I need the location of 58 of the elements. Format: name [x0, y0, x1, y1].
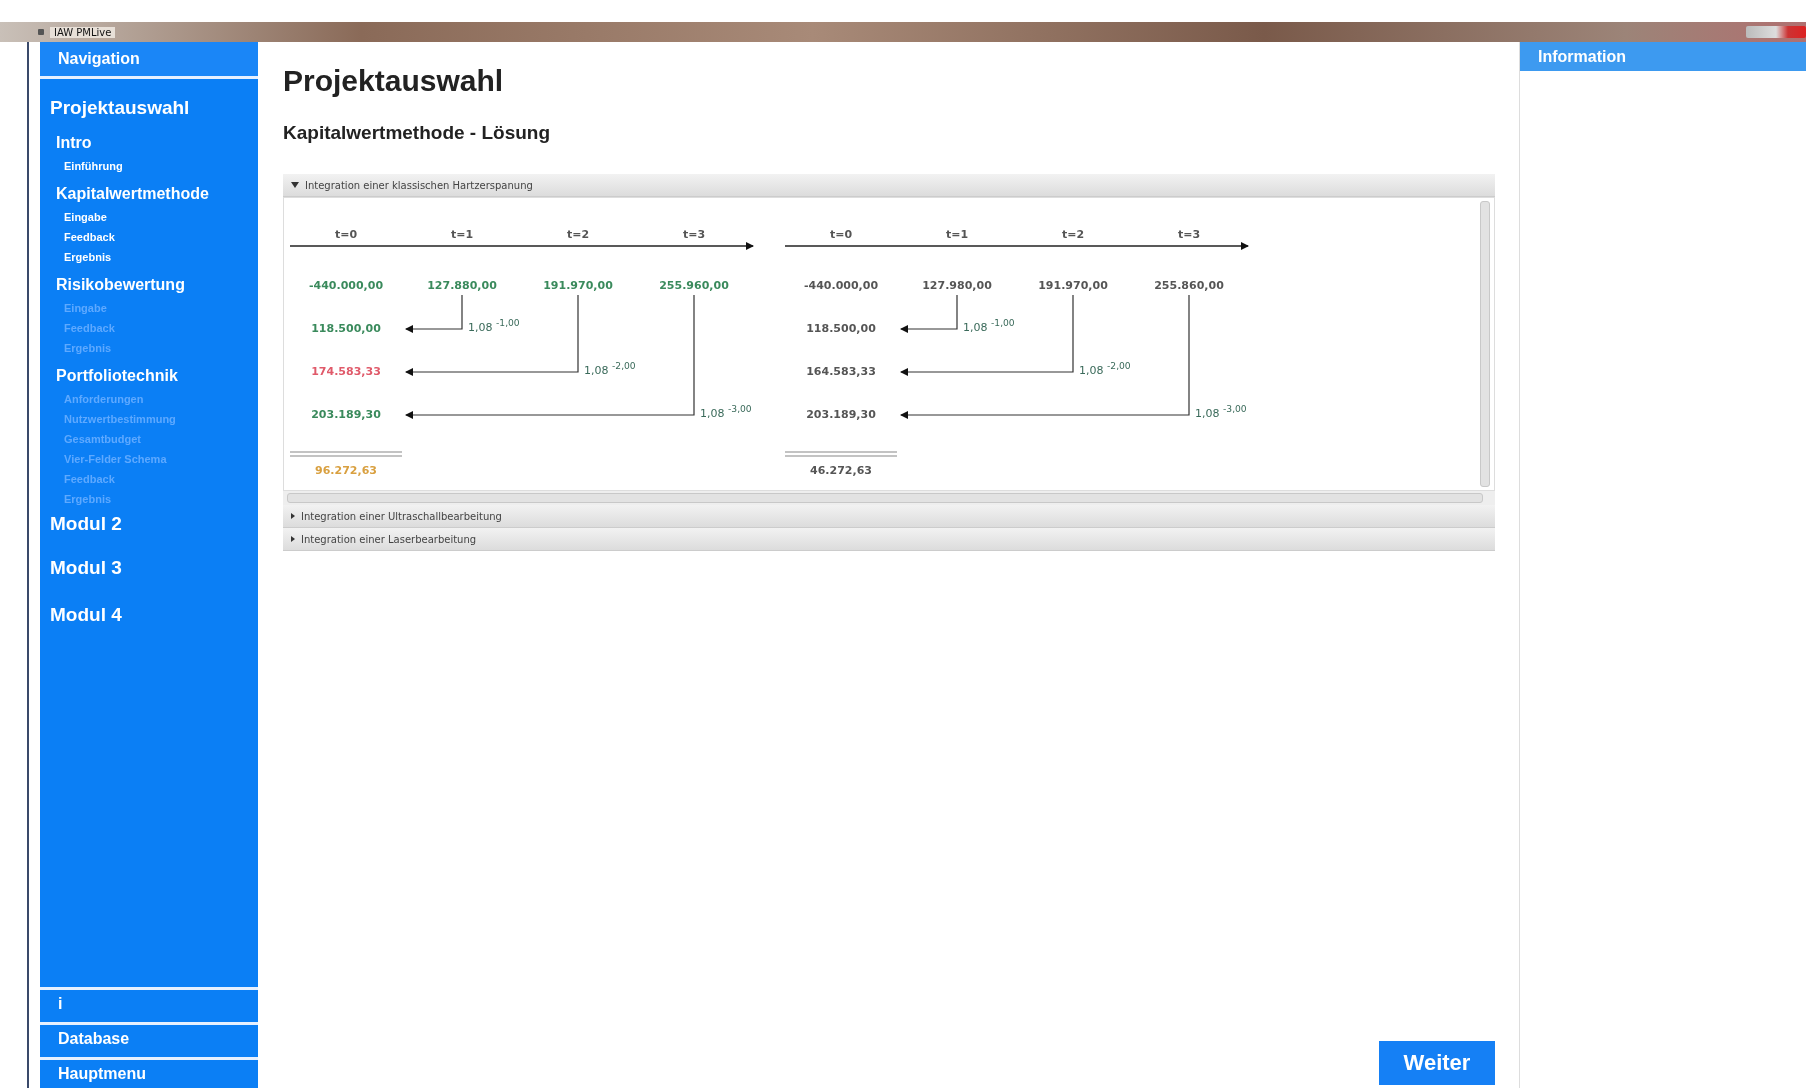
nav-item[interactable]: Eingabe — [40, 207, 258, 227]
navigation-header: Navigation — [40, 42, 258, 79]
discount-factor: 1,08 $^{-1,00}$ — [963, 317, 1015, 334]
present-value: 203.189,30 — [311, 408, 381, 421]
vertical-scrollbar[interactable] — [1480, 201, 1490, 487]
discount-factor: 1,08 $^{-1,00}$ — [468, 317, 520, 334]
net-present-value: 96.272,63 — [315, 464, 377, 477]
present-value: 174.583,33 — [311, 365, 381, 378]
triangle-right-icon — [291, 536, 295, 542]
present-value: 118.500,00 — [311, 322, 381, 335]
nav-item[interactable]: Kapitalwertmethode — [40, 176, 258, 207]
discount-factor: 1,08 $^{-2,00}$ — [584, 360, 636, 377]
accordion-header[interactable]: Integration einer klassischen Hartzerspanung — [283, 174, 1495, 197]
period-label: t=1 — [945, 228, 969, 241]
nav-item[interactable]: Modul 4 — [40, 588, 258, 635]
app-icon — [38, 29, 44, 35]
period-label: t=3 — [1177, 228, 1201, 241]
next-button[interactable]: Weiter — [1379, 1041, 1495, 1085]
info-header: Information — [1520, 42, 1806, 71]
nav-item[interactable]: Ergebnis — [40, 247, 258, 267]
nav-item[interactable]: Intro — [40, 125, 258, 156]
discount-factor: 1,08 $^{-2,00}$ — [1079, 360, 1131, 377]
page-title: Projektauswahl — [283, 64, 505, 98]
period-label: t=2 — [566, 228, 590, 241]
cashflow-value: -440.000,00 — [803, 279, 879, 292]
cashflow-value: 255.960,00 — [659, 279, 729, 292]
cashflow-value: 127.980,00 — [922, 279, 992, 292]
accordion-header[interactable]: Integration einer Ultraschallbearbeitung — [283, 505, 1495, 528]
page-subtitle: Kapitalwertmethode - Lösung — [283, 122, 552, 144]
nav-item[interactable]: Projektauswahl — [40, 93, 258, 125]
nav-item[interactable]: Feedback — [40, 227, 258, 247]
cashflow-value: 255.860,00 — [1154, 279, 1224, 292]
nav-item[interactable]: Portfoliotechnik — [40, 358, 258, 389]
period-label: t=1 — [450, 228, 474, 241]
cashflow-value: 191.970,00 — [1038, 279, 1108, 292]
nav-item[interactable]: Modul 2 — [40, 509, 258, 541]
discount-factor: 1,08 $^{-3,00}$ — [700, 403, 752, 420]
accordion-header[interactable]: Integration einer Laserbearbeitung — [283, 528, 1495, 551]
nav-item[interactable]: Modul 3 — [40, 541, 258, 588]
period-label: t=0 — [334, 228, 358, 241]
horizontal-scrollbar[interactable] — [287, 493, 1483, 503]
window-controls-icon[interactable] — [1746, 26, 1806, 38]
period-label: t=2 — [1061, 228, 1085, 241]
net-present-value: 46.272,63 — [810, 464, 872, 477]
triangle-down-icon — [291, 182, 299, 188]
present-value: 118.500,00 — [806, 322, 876, 335]
nav-item[interactable]: Einführung — [40, 156, 258, 176]
cashflow-value: 127.880,00 — [427, 279, 497, 292]
triangle-right-icon — [291, 513, 295, 519]
present-value: 164.583,33 — [806, 365, 876, 378]
nav-item[interactable]: Risikobewertung — [40, 267, 258, 298]
period-label: t=0 — [829, 228, 853, 241]
period-label: t=3 — [682, 228, 706, 241]
present-value: 203.189,30 — [806, 408, 876, 421]
cashflow-value: 191.970,00 — [543, 279, 613, 292]
cashflow-value: -440.000,00 — [308, 279, 384, 292]
window-title: IAW PMLive — [50, 26, 116, 38]
discount-factor: 1,08 $^{-3,00}$ — [1195, 403, 1247, 420]
